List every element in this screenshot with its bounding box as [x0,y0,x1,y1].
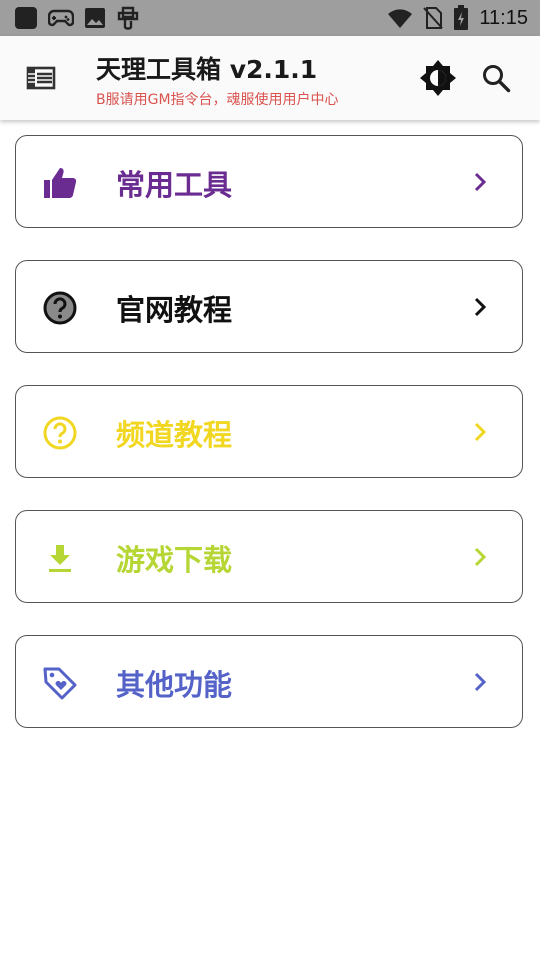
list-menu-icon [26,66,56,90]
help-circle-icon [43,291,77,325]
tag-heart-icon [43,667,77,700]
no-sim-icon [423,7,444,29]
thumb-up-icon [44,168,77,198]
card-label: 其他功能 [116,668,233,702]
app-square-icon [15,7,37,29]
chevron-right-icon [474,547,487,567]
page-subtitle: B服请用GM指令台，魂服使用用户中心 [96,92,339,108]
card-label: 游戏下载 [116,543,233,577]
menu-card-channel-tutorial[interactable]: 频道教程 [15,385,523,478]
menu-card-official-tutorial[interactable]: 官网教程 [15,260,523,353]
card-label: 官网教程 [116,293,233,327]
card-label: 频道教程 [116,418,233,452]
status-left-icons [14,5,140,31]
search-icon [483,65,511,93]
menu-card-game-download[interactable]: 游戏下载 [15,510,523,603]
menu-card-other-functions[interactable]: 其他功能 [15,635,523,728]
search-button[interactable] [480,62,514,96]
menu-button[interactable] [26,64,56,92]
bug-icon [117,6,139,30]
theme-toggle-button[interactable] [418,58,458,98]
battery-charging-icon [454,5,469,30]
status-time: 11:15 [479,6,528,29]
brightness-icon [420,60,456,96]
app-bar: 天理工具箱 v2.1.1 B服请用GM指令台，魂服使用用户中心 [0,36,540,120]
status-bar: 11:15 [0,0,540,36]
chevron-right-icon [474,672,487,692]
chevron-right-icon [474,422,487,442]
wifi-icon [388,9,413,28]
card-label: 常用工具 [116,168,233,202]
gamepad-icon [48,9,74,27]
page-title: 天理工具箱 v2.1.1 [96,55,318,84]
chevron-right-icon [474,172,487,192]
image-icon [85,8,105,28]
chevron-right-icon [474,297,487,317]
help-circle-outline-icon [43,416,77,450]
download-icon [49,545,71,572]
menu-card-common-tools[interactable]: 常用工具 [15,135,523,228]
status-right-icons: 11:15 [387,5,528,31]
